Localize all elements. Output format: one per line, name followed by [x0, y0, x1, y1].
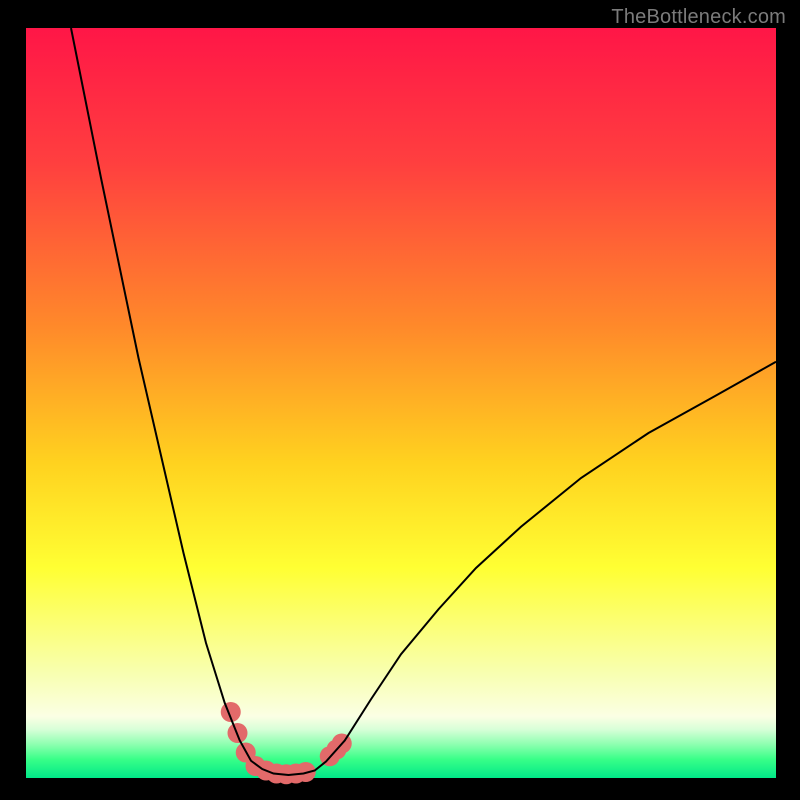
watermark-text: TheBottleneck.com — [611, 6, 786, 29]
bottleneck-chart — [0, 0, 800, 800]
chart-background — [26, 28, 776, 778]
